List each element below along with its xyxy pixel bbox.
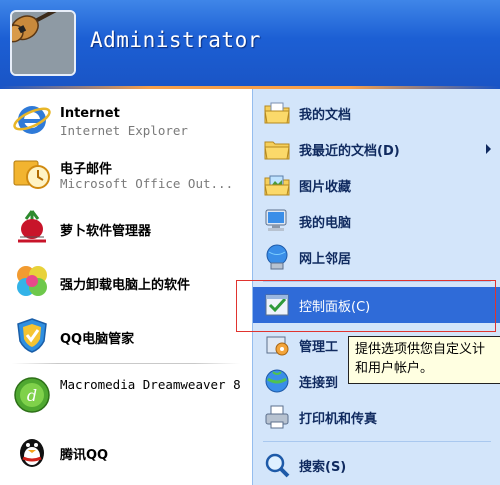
right-item-network-places[interactable]: 网上邻居 [253, 239, 500, 275]
right-item-label: 连接到 [299, 376, 339, 391]
connect-to-icon [263, 367, 291, 395]
tooltip-line-2: 和用户帐户。 [355, 361, 434, 376]
tooltip-line-1: 提供选项供您自定义计 [355, 342, 486, 357]
control-panel-icon [263, 291, 291, 319]
submenu-arrow-icon [486, 144, 491, 154]
start-menu-header: Administrator [0, 0, 500, 86]
left-item-title: 萝卜软件管理器 [60, 224, 152, 239]
left-item-title: 腾讯QQ [60, 448, 109, 463]
left-item-title: Macromedia Dreamweaver 8 [60, 377, 241, 392]
left-item-email[interactable]: 电子邮件 Microsoft Office Out... [0, 147, 252, 199]
left-item-dreamweaver[interactable]: d Macromedia Dreamweaver 8 [0, 369, 252, 421]
right-item-search[interactable]: 搜索(S) [253, 447, 500, 483]
left-item-internet[interactable]: Internet Internet Explorer [0, 93, 252, 145]
right-item-label: 搜索(S) [299, 460, 347, 475]
right-item-my-pictures[interactable]: 图片收藏 [253, 167, 500, 203]
recent-documents-icon [263, 135, 291, 163]
left-item-subtitle: Internet Explorer [60, 123, 188, 138]
left-item-title: 强力卸载电脑上的软件 [60, 278, 191, 293]
right-pane-separator [263, 281, 491, 282]
right-item-label: 管理工 [299, 340, 339, 355]
right-pane-places: 我的文档 我最近的文档(D) 图片收藏 我的电脑 网上邻居 控制面板(C) 管理… [252, 89, 500, 485]
right-item-label: 打印机和传真 [299, 412, 378, 427]
left-item-tencent-qq[interactable]: 腾讯QQ [0, 425, 252, 477]
user-avatar[interactable] [10, 10, 76, 76]
radish-software-manager-icon [12, 207, 52, 247]
my-computer-icon [263, 207, 291, 235]
right-item-label: 我的文档 [299, 108, 352, 123]
my-documents-icon [263, 99, 291, 127]
right-item-label: 控制面板(C) [299, 300, 371, 315]
left-item-title: 电子邮件 [60, 162, 113, 177]
my-pictures-icon [263, 171, 291, 199]
uninstall-software-icon [12, 261, 52, 301]
right-item-label: 网上邻居 [299, 252, 352, 267]
control-panel-tooltip: 提供选项供您自定义计 和用户帐户。 [348, 336, 500, 384]
network-places-icon [263, 243, 291, 271]
right-pane-separator [263, 441, 491, 442]
search-icon [263, 451, 291, 479]
printers-fax-icon [263, 403, 291, 431]
left-pane-separator [12, 363, 240, 364]
left-item-qq-manager[interactable]: QQ电脑管家 [0, 309, 252, 361]
right-item-my-documents[interactable]: 我的文档 [253, 95, 500, 131]
right-item-control-panel[interactable]: 控制面板(C) [253, 287, 500, 323]
left-item-title: QQ电脑管家 [60, 332, 135, 347]
right-item-label: 图片收藏 [299, 180, 352, 195]
svg-text:d: d [27, 386, 37, 405]
guitar-avatar-icon [12, 12, 74, 74]
internet-explorer-icon [12, 99, 52, 139]
right-item-label: 我的电脑 [299, 216, 352, 231]
qq-pc-manager-icon [12, 315, 52, 355]
right-item-recent-documents[interactable]: 我最近的文档(D) [253, 131, 500, 167]
admin-tools-icon [263, 331, 291, 359]
left-item-radish-manager[interactable]: 萝卜软件管理器 [0, 201, 252, 253]
outlook-email-icon [12, 153, 52, 193]
left-item-title: Internet [60, 106, 120, 121]
start-menu: Administrator Internet Internet Explorer [0, 0, 500, 485]
left-item-uninstall[interactable]: 强力卸载电脑上的软件 [0, 255, 252, 307]
dreamweaver-icon: d [12, 375, 52, 415]
left-pane-programs: Internet Internet Explorer 电子邮件 Microsof… [0, 89, 252, 485]
username: Administrator [90, 28, 261, 52]
right-item-my-computer[interactable]: 我的电脑 [253, 203, 500, 239]
left-item-subtitle: Microsoft Office Out... [60, 176, 234, 191]
qq-penguin-icon [12, 431, 52, 471]
right-item-label: 我最近的文档(D) [299, 144, 400, 159]
right-item-printers-fax[interactable]: 打印机和传真 [253, 399, 500, 435]
